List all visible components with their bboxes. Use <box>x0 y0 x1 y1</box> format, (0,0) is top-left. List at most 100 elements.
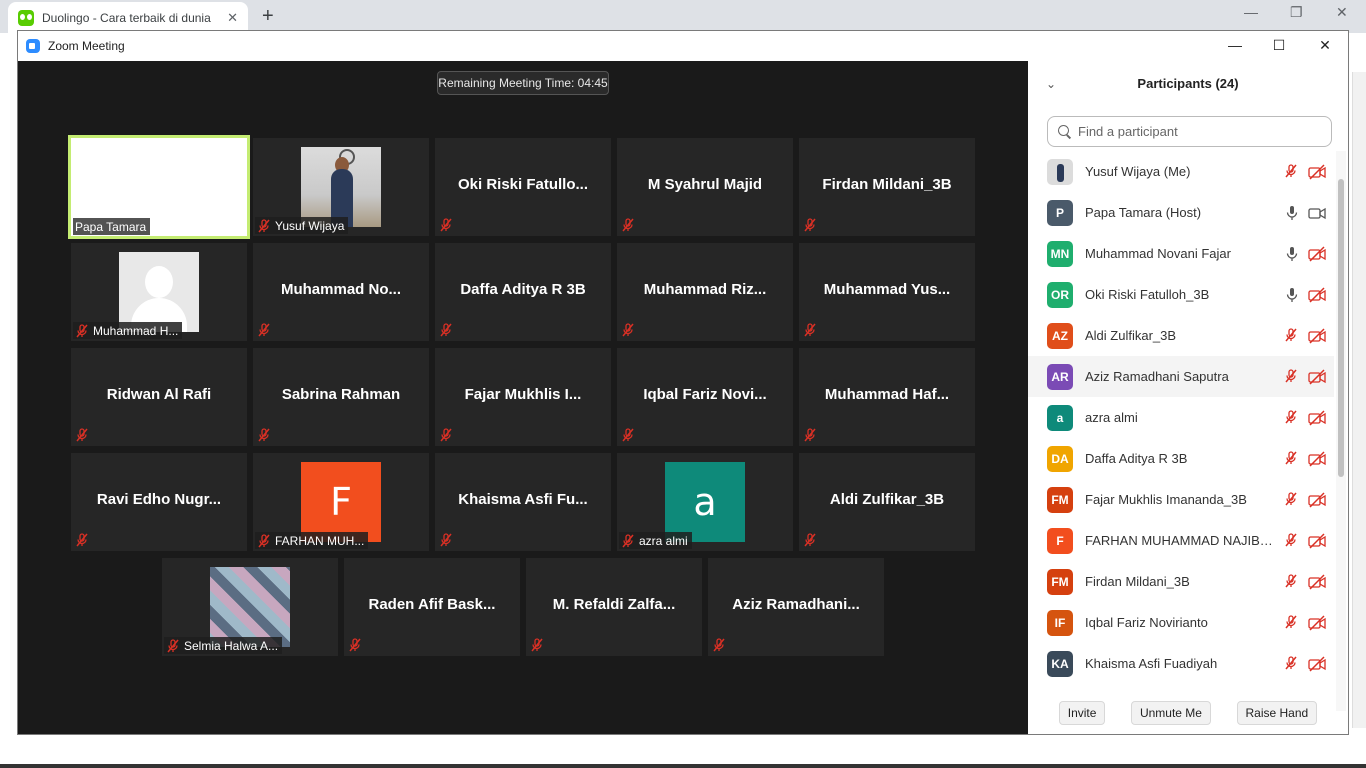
avatar: OR <box>1047 281 1073 308</box>
participant-row[interactable]: DA Daffa Aditya R 3B <box>1028 438 1334 479</box>
participants-scrollbar[interactable] <box>1338 179 1344 477</box>
zoom-close-button[interactable]: ✕ <box>1315 37 1335 54</box>
participant-search[interactable] <box>1047 116 1332 147</box>
browser-minimize-button[interactable]: — <box>1244 4 1258 20</box>
video-tile[interactable]: Muhammad No... <box>253 243 429 341</box>
video-tile[interactable]: M. Refaldi Zalfa... <box>526 558 702 656</box>
participant-row[interactable]: FM Firdan Mildani_3B <box>1028 561 1334 602</box>
mic-muted-icon <box>257 323 271 337</box>
video-tile[interactable]: Muhammad Haf... <box>799 348 975 446</box>
unmute-me-button[interactable]: Unmute Me <box>1130 700 1211 725</box>
chevron-down-icon[interactable]: ⌄ <box>1046 77 1056 91</box>
participant-row[interactable]: MN Muhammad Novani Fajar <box>1028 233 1334 274</box>
participants-footer: Invite Unmute Me Raise Hand <box>1028 691 1348 734</box>
video-off-icon[interactable] <box>1308 245 1326 262</box>
video-off-icon[interactable] <box>1308 327 1326 344</box>
participant-video <box>119 252 199 332</box>
video-tile[interactable]: F FARHAN MUH... <box>253 453 429 551</box>
video-off-icon[interactable] <box>1308 286 1326 303</box>
raise-hand-button[interactable]: Raise Hand <box>1236 700 1318 725</box>
video-tile[interactable]: Muhammad H... <box>71 243 247 341</box>
new-tab-button[interactable]: + <box>262 6 274 26</box>
participant-row[interactable]: OR Oki Riski Fatulloh_3B <box>1028 274 1334 315</box>
video-off-icon[interactable] <box>1308 491 1326 508</box>
browser-scrollbar[interactable] <box>1352 72 1366 728</box>
close-tab-icon[interactable]: ✕ <box>227 10 238 26</box>
video-tile[interactable]: Iqbal Fariz Novi... <box>617 348 793 446</box>
participant-search-input[interactable] <box>1078 124 1318 139</box>
video-tile[interactable]: Muhammad Riz... <box>617 243 793 341</box>
video-tile[interactable]: Raden Afif Bask... <box>344 558 520 656</box>
video-tile[interactable]: Selmia Halwa A... <box>162 558 338 656</box>
mic-muted-icon[interactable] <box>1284 614 1300 631</box>
video-camera-icon[interactable] <box>1308 205 1326 221</box>
mic-muted-icon <box>257 533 271 548</box>
video-tile[interactable]: Fajar Mukhlis I... <box>435 348 611 446</box>
mic-muted-icon[interactable] <box>1284 327 1300 344</box>
zoom-window-title: Zoom Meeting <box>48 39 125 53</box>
participant-name: Iqbal Fariz Novirianto <box>1085 615 1208 630</box>
participant-name: Fajar Mukhlis Imananda_3B <box>1085 492 1247 507</box>
video-tile[interactable]: M Syahrul Majid <box>617 138 793 236</box>
video-tile[interactable]: Aziz Ramadhani... <box>708 558 884 656</box>
video-tile[interactable]: Daffa Aditya R 3B <box>435 243 611 341</box>
avatar: KA <box>1047 650 1073 677</box>
video-off-icon[interactable] <box>1308 532 1326 549</box>
participant-row[interactable]: IF Iqbal Fariz Novirianto <box>1028 602 1334 643</box>
mic-icon[interactable] <box>1284 205 1300 221</box>
video-tile[interactable]: a azra almi <box>617 453 793 551</box>
avatar: FM <box>1047 486 1073 513</box>
video-tile[interactable]: Aldi Zulfikar_3B <box>799 453 975 551</box>
mic-icon[interactable] <box>1284 246 1300 262</box>
mic-muted-icon[interactable] <box>1284 368 1300 385</box>
mic-muted-icon[interactable] <box>1284 532 1300 549</box>
browser-restore-button[interactable]: ❐ <box>1290 4 1303 21</box>
mic-muted-icon[interactable] <box>1284 655 1300 672</box>
participant-row[interactable]: AZ Aldi Zulfikar_3B <box>1028 315 1334 356</box>
video-tile[interactable]: Papa Tamara <box>68 135 250 239</box>
mic-muted-icon[interactable] <box>1284 450 1300 467</box>
participant-row[interactable]: FM Fajar Mukhlis Imananda_3B <box>1028 479 1334 520</box>
video-tile[interactable]: Firdan Mildani_3B <box>799 138 975 236</box>
mic-muted-icon[interactable] <box>1284 491 1300 508</box>
participant-row[interactable]: P Papa Tamara (Host) <box>1028 192 1334 233</box>
video-tile[interactable]: Sabrina Rahman <box>253 348 429 446</box>
mic-muted-icon <box>530 638 544 652</box>
mic-icon[interactable] <box>1284 287 1300 303</box>
invite-button[interactable]: Invite <box>1058 700 1106 725</box>
video-off-icon[interactable] <box>1308 614 1326 631</box>
video-off-icon[interactable] <box>1308 163 1326 180</box>
video-tile[interactable]: Ridwan Al Rafi <box>71 348 247 446</box>
video-off-icon[interactable] <box>1308 450 1326 467</box>
video-tile[interactable]: Muhammad Yus... <box>799 243 975 341</box>
browser-tab[interactable]: Duolingo - Cara terbaik di dunia ✕ <box>8 2 248 33</box>
participant-row[interactable]: Yusuf Wijaya (Me) <box>1028 151 1334 192</box>
participant-name: Yusuf Wijaya (Me) <box>1085 164 1191 179</box>
video-tile[interactable]: Oki Riski Fatullo... <box>435 138 611 236</box>
video-off-icon[interactable] <box>1308 655 1326 672</box>
tile-name-label: Muhammad H... <box>73 322 183 339</box>
taskbar-edge <box>0 764 1366 768</box>
participant-row[interactable]: a azra almi <box>1028 397 1334 438</box>
mic-muted-icon <box>439 428 453 442</box>
tile-participant-name: Khaisma Asfi Fu... <box>458 491 588 508</box>
mic-muted-icon[interactable] <box>1284 573 1300 590</box>
mic-muted-icon[interactable] <box>1284 409 1300 426</box>
participant-row[interactable]: F FARHAN MUHAMMAD NAJIB 2... <box>1028 520 1334 561</box>
video-tile[interactable]: Ravi Edho Nugr... <box>71 453 247 551</box>
zoom-maximize-button[interactable]: ☐ <box>1269 37 1289 54</box>
video-tile[interactable]: Khaisma Asfi Fu... <box>435 453 611 551</box>
tile-name-label: Selmia Halwa A... <box>164 637 283 654</box>
video-off-icon[interactable] <box>1308 409 1326 426</box>
participant-row[interactable]: AR Aziz Ramadhani Saputra <box>1028 356 1334 397</box>
video-tile[interactable]: Yusuf Wijaya <box>253 138 429 236</box>
participant-row[interactable]: KA Khaisma Asfi Fuadiyah <box>1028 643 1334 684</box>
tile-participant-name: Firdan Mildani_3B <box>822 176 952 193</box>
mic-muted-icon <box>621 323 635 337</box>
zoom-minimize-button[interactable]: — <box>1225 37 1245 53</box>
browser-close-button[interactable]: ✕ <box>1336 4 1348 21</box>
tile-participant-name: Iqbal Fariz Novi... <box>643 386 767 403</box>
video-off-icon[interactable] <box>1308 573 1326 590</box>
mic-muted-icon[interactable] <box>1284 163 1300 180</box>
video-off-icon[interactable] <box>1308 368 1326 385</box>
